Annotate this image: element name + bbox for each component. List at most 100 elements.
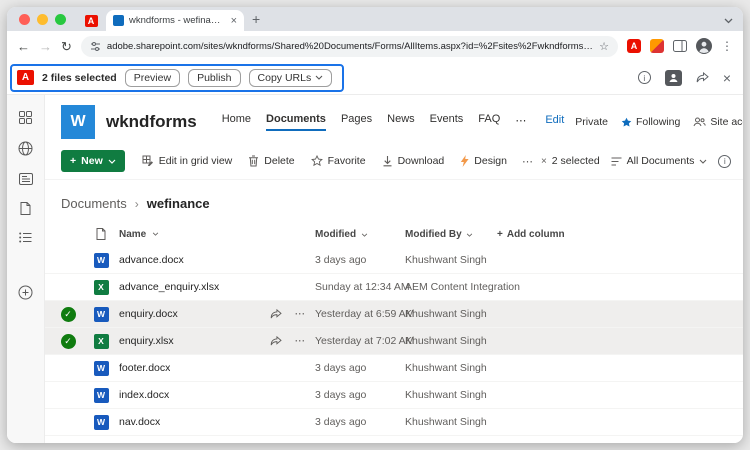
chevron-down-icon xyxy=(699,159,707,164)
favorite-button[interactable]: Favorite xyxy=(304,151,373,171)
table-row[interactable]: ✓ W footer.docx ⋯ 3 days ago Khushwant S… xyxy=(45,355,743,382)
new-button[interactable]: + New xyxy=(61,150,125,172)
apps-icon[interactable] xyxy=(19,111,32,124)
details-info-icon[interactable]: i xyxy=(718,154,732,168)
add-column-button[interactable]: + Add column xyxy=(497,229,743,240)
edit-grid-view-button[interactable]: Edit in grid view xyxy=(135,151,240,171)
table-row[interactable]: ✓ X advance_enquiry.xlsx ⋯ Sunday at 12:… xyxy=(45,274,743,301)
table-body: ✓ W advance.docx ⋯ 3 days ago Khushwant … xyxy=(45,247,743,436)
file-name[interactable]: footer.docx xyxy=(119,362,170,374)
plus-icon: + xyxy=(497,228,503,240)
design-button[interactable]: Design xyxy=(453,151,514,171)
profile-avatar[interactable] xyxy=(696,38,712,54)
pinned-tab-adobe[interactable]: A xyxy=(76,11,106,31)
file-type-cell: X xyxy=(83,333,119,349)
header-name[interactable]: Name xyxy=(119,229,315,240)
file-name[interactable]: advance.docx xyxy=(119,254,184,266)
info-icon[interactable]: i xyxy=(637,71,651,84)
row-select-checkbox[interactable]: ✓ xyxy=(53,333,83,349)
table-row[interactable]: ✓ W index.docx ⋯ 3 days ago Khushwant Si… xyxy=(45,382,743,409)
active-tab[interactable]: wkndforms - wefinance - All × xyxy=(106,10,244,31)
nav-item-news[interactable]: News xyxy=(387,113,415,131)
window-zoom-button[interactable] xyxy=(55,14,66,25)
file-name[interactable]: enquiry.docx xyxy=(119,308,178,320)
row-overflow-icon[interactable]: ⋯ xyxy=(295,308,306,320)
site-access-button[interactable]: Site access xyxy=(693,116,743,128)
file-type-cell: W xyxy=(83,387,119,403)
table-row[interactable]: ✓ W enquiry.docx ⋯ Yesterday at 6:59 AM … xyxy=(45,301,743,328)
nav-overflow-icon[interactable]: ⋯ xyxy=(515,114,526,131)
nav-item-pages[interactable]: Pages xyxy=(341,113,372,131)
preview-button[interactable]: Preview xyxy=(124,68,181,87)
file-type-icon: W xyxy=(93,306,109,322)
file-name[interactable]: nav.docx xyxy=(119,416,160,428)
side-panel-icon[interactable] xyxy=(673,40,687,52)
breadcrumb-root[interactable]: Documents xyxy=(61,196,127,211)
extension-icon[interactable] xyxy=(650,39,664,53)
file-name[interactable]: advance_enquiry.xlsx xyxy=(119,281,219,293)
command-overflow-icon[interactable]: ⋯ xyxy=(516,151,539,172)
site-title[interactable]: wkndforms xyxy=(106,112,197,132)
forward-icon[interactable]: → xyxy=(39,40,52,53)
adobe-extension-icon[interactable]: A xyxy=(627,39,641,53)
grid-edit-icon xyxy=(142,155,153,166)
copy-urls-button[interactable]: Copy URLs xyxy=(248,68,333,87)
url-text: adobe.sharepoint.com/sites/wkndforms/Sha… xyxy=(106,40,593,52)
account-avatar-icon[interactable] xyxy=(664,69,682,86)
row-select-checkbox[interactable]: ✓ xyxy=(53,306,83,322)
new-tab-button[interactable]: + xyxy=(252,11,260,27)
header-modified-by[interactable]: Modified By xyxy=(405,229,497,240)
nav-item-faq[interactable]: FAQ xyxy=(478,113,500,131)
tab-close-icon[interactable]: × xyxy=(231,15,237,27)
download-button[interactable]: Download xyxy=(375,151,452,171)
nav-edit-link[interactable]: Edit xyxy=(545,114,564,130)
file-type-cell: X xyxy=(83,279,119,295)
row-overflow-icon[interactable]: ⋯ xyxy=(295,335,306,347)
news-icon[interactable] xyxy=(18,173,33,185)
window-minimize-button[interactable] xyxy=(37,14,48,25)
nav-item-events[interactable]: Events xyxy=(430,113,464,131)
publish-button[interactable]: Publish xyxy=(188,68,241,87)
main-content: W wkndforms Home Documents Pages News Ev… xyxy=(45,95,743,443)
view-selector-button[interactable]: All Documents xyxy=(611,155,708,167)
header-file-type-icon[interactable] xyxy=(83,228,119,240)
table-row[interactable]: ✓ X enquiry.xlsx ⋯ Yesterday at 7:02 AM … xyxy=(45,328,743,355)
reload-icon[interactable]: ↻ xyxy=(61,40,72,53)
globe-icon[interactable] xyxy=(18,141,33,156)
site-logo[interactable]: W xyxy=(61,105,95,139)
adobe-logo-icon: A xyxy=(17,70,34,85)
nav-item-home[interactable]: Home xyxy=(222,113,251,131)
row-modified: 3 days ago xyxy=(315,362,367,374)
table-row[interactable]: ✓ W advance.docx ⋯ 3 days ago Khushwant … xyxy=(45,247,743,274)
create-icon[interactable] xyxy=(18,285,33,300)
share-icon[interactable] xyxy=(270,309,282,319)
tab-search-chevron-icon[interactable] xyxy=(724,18,733,24)
share-icon[interactable] xyxy=(270,336,282,346)
nav-item-documents[interactable]: Documents xyxy=(266,113,326,131)
following-button[interactable]: Following xyxy=(621,116,680,128)
file-type-icon: W xyxy=(93,360,109,376)
address-bar[interactable]: adobe.sharepoint.com/sites/wkndforms/Sha… xyxy=(80,35,618,57)
file-name[interactable]: index.docx xyxy=(119,389,169,401)
bookmark-icon[interactable]: ☆ xyxy=(599,40,609,53)
document-icon[interactable] xyxy=(20,202,31,215)
close-icon[interactable]: × xyxy=(723,70,731,86)
table-row[interactable]: ✓ W nav.docx ⋯ 3 days ago Khushwant Sing… xyxy=(45,409,743,436)
sort-caret-icon xyxy=(153,232,159,236)
view-list-icon xyxy=(611,157,622,165)
list-icon[interactable] xyxy=(19,232,32,243)
file-name[interactable]: enquiry.xlsx xyxy=(119,335,174,347)
expand-icon[interactable]: ↗ xyxy=(742,154,743,168)
file-type-icon: X xyxy=(93,279,109,295)
site-header: W wkndforms Home Documents Pages News Ev… xyxy=(45,95,743,145)
lightning-icon xyxy=(461,155,469,167)
clear-selection-button[interactable]: × 2 selected xyxy=(541,155,600,167)
delete-button[interactable]: Delete xyxy=(241,151,301,171)
plus-icon: + xyxy=(70,155,77,167)
header-modified[interactable]: Modified xyxy=(315,229,405,240)
share-icon[interactable] xyxy=(696,72,709,83)
back-icon[interactable]: ← xyxy=(17,40,30,53)
browser-menu-icon[interactable]: ⋮ xyxy=(721,39,733,53)
site-info-icon[interactable] xyxy=(90,41,101,52)
window-close-button[interactable] xyxy=(19,14,30,25)
